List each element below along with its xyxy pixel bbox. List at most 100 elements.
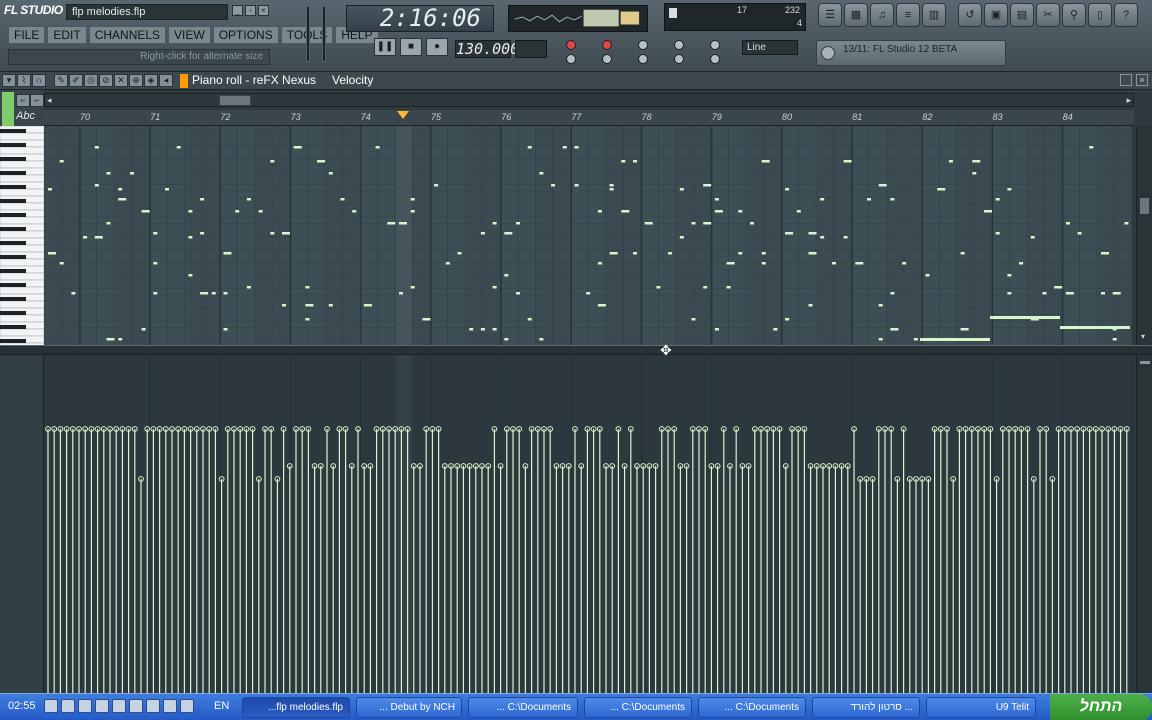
note[interactable] [504, 274, 509, 277]
white-key[interactable] [0, 328, 44, 337]
note[interactable] [937, 188, 946, 191]
pause-button[interactable]: ❚❚ [374, 38, 396, 56]
task-documents-3[interactable]: ... C:\Documents [698, 697, 806, 718]
black-key[interactable] [0, 241, 26, 245]
note[interactable] [399, 222, 407, 225]
note[interactable] [995, 198, 1000, 201]
song-time-display[interactable]: 2:16:06 [346, 5, 494, 32]
note[interactable] [94, 236, 103, 239]
note[interactable] [785, 188, 790, 191]
stop-button[interactable]: ■ [400, 38, 422, 56]
menu-edit[interactable]: EDIT [47, 26, 87, 44]
note[interactable] [293, 146, 302, 149]
zoom-out-icon[interactable]: ⌐ [16, 94, 30, 107]
save-icon[interactable]: ▣ [984, 3, 1008, 27]
note[interactable] [960, 252, 965, 255]
note[interactable] [609, 252, 618, 255]
task-telit[interactable]: U9 Telit [926, 697, 1036, 718]
white-key[interactable] [0, 160, 44, 169]
tray-icon[interactable] [163, 699, 177, 713]
task-debut[interactable]: ... Debut by NCH [356, 697, 462, 718]
note[interactable] [750, 222, 754, 225]
black-key[interactable] [0, 339, 26, 343]
search-icon[interactable]: ⚲ [1062, 3, 1086, 27]
black-key[interactable] [0, 129, 26, 133]
close-button[interactable]: × [258, 5, 269, 16]
black-key[interactable] [0, 269, 26, 273]
hint-panel[interactable]: 13/11: FL Studio 12 BETA [816, 40, 1006, 66]
note[interactable] [691, 222, 696, 225]
white-key[interactable] [0, 174, 44, 183]
note[interactable] [200, 232, 205, 235]
vertical-scroll-thumb[interactable] [1140, 198, 1149, 214]
horizontal-scrollbar[interactable]: ◂ ▸ [44, 93, 1134, 107]
note[interactable] [1101, 252, 1109, 255]
task-documents-2[interactable]: ... C:\Documents [584, 697, 692, 718]
note[interactable] [785, 318, 790, 321]
step-sequencer-icon[interactable]: ▦ [844, 3, 868, 27]
note[interactable] [375, 146, 380, 149]
white-key[interactable] [0, 132, 44, 141]
white-key[interactable] [0, 314, 44, 323]
note[interactable] [633, 252, 637, 255]
note[interactable] [586, 292, 591, 295]
abc-label[interactable]: Abc [16, 110, 35, 122]
note[interactable] [948, 160, 953, 163]
tempo-display[interactable]: 130.000 [455, 40, 519, 58]
note[interactable] [1112, 338, 1117, 341]
tray-icon[interactable] [146, 699, 160, 713]
note[interactable] [59, 262, 64, 265]
note[interactable] [1065, 292, 1074, 295]
note[interactable] [796, 210, 801, 213]
note[interactable] [106, 172, 111, 175]
note[interactable] [480, 232, 485, 235]
note[interactable] [445, 262, 450, 265]
note[interactable] [1019, 262, 1024, 265]
note[interactable] [480, 328, 485, 331]
note[interactable] [492, 328, 497, 331]
record-button[interactable]: ● [426, 38, 448, 56]
note[interactable] [94, 146, 99, 149]
task-flp-melodies[interactable]: ...flp melodies.flp [242, 697, 350, 718]
note[interactable] [516, 292, 520, 295]
black-key[interactable] [0, 297, 26, 301]
note[interactable] [679, 188, 684, 191]
note[interactable] [200, 198, 205, 201]
note[interactable] [1077, 232, 1082, 235]
note[interactable] [1112, 292, 1121, 295]
task-video-download[interactable]: סרטון להורד ... [812, 697, 920, 718]
note[interactable] [352, 210, 357, 213]
note[interactable] [920, 338, 990, 341]
note[interactable] [1124, 222, 1129, 225]
note[interactable] [1007, 274, 1012, 277]
tray-icon[interactable] [112, 699, 126, 713]
note[interactable] [621, 210, 630, 213]
note[interactable] [990, 316, 1060, 319]
note[interactable] [504, 338, 509, 341]
paint-tool-icon[interactable]: ✐ [69, 74, 83, 87]
help-icon[interactable]: ? [1114, 3, 1138, 27]
note[interactable] [188, 274, 193, 277]
start-button[interactable]: התחל [1050, 694, 1152, 720]
scroll-left-icon[interactable]: ◂ [47, 95, 52, 106]
menu-view[interactable]: VIEW [168, 26, 211, 44]
note[interactable] [340, 198, 345, 201]
note[interactable] [925, 274, 930, 277]
note[interactable] [211, 292, 216, 295]
note[interactable] [153, 232, 158, 235]
note[interactable] [574, 184, 579, 187]
white-key[interactable] [0, 188, 44, 197]
note[interactable] [223, 252, 232, 255]
note[interactable] [83, 236, 88, 239]
note[interactable] [270, 232, 275, 235]
piano-keys[interactable] [0, 126, 44, 345]
note[interactable] [703, 286, 708, 289]
note[interactable] [703, 222, 712, 225]
option-toggle[interactable] [638, 54, 648, 64]
option-toggle[interactable] [602, 40, 612, 50]
browser-icon[interactable]: ≡ [896, 3, 920, 27]
note[interactable] [410, 198, 415, 201]
black-key[interactable] [0, 157, 26, 161]
mixer-icon[interactable]: ▥ [922, 3, 946, 27]
note[interactable] [773, 328, 778, 331]
